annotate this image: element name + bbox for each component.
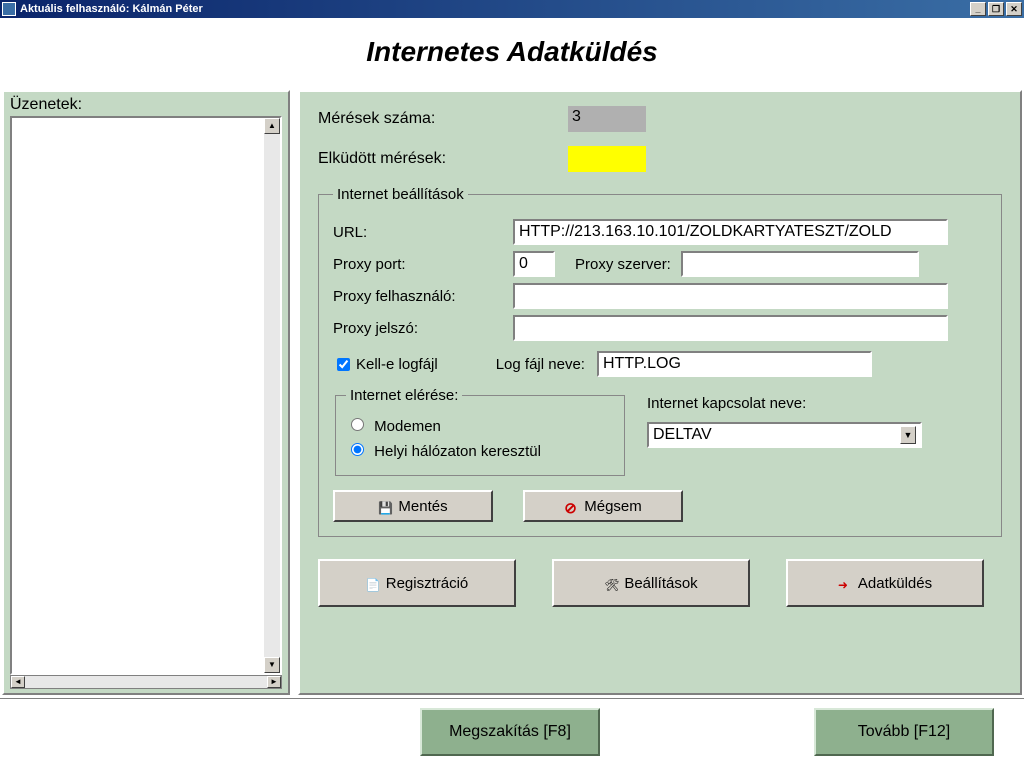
window-title: Aktuális felhasználó: Kálmán Péter <box>20 3 203 15</box>
save-button[interactable]: Mentés <box>333 490 493 522</box>
proxy-user-input[interactable] <box>513 283 948 309</box>
settings-button[interactable]: Beállítások <box>552 559 750 607</box>
access-modem-radio[interactable] <box>351 418 364 431</box>
cancel-icon <box>564 499 578 513</box>
bottom-bar: Megszakítás [F8] Tovább [F12] <box>0 698 1024 764</box>
proxy-port-label: Proxy port: <box>333 256 513 273</box>
main-panel: Mérések száma: 3 Elküdött mérések: Inter… <box>298 90 1022 695</box>
access-modem-label: Modemen <box>374 418 441 435</box>
url-input[interactable] <box>513 219 948 245</box>
access-modem-option[interactable]: Modemen <box>346 415 614 435</box>
connection-combo[interactable]: DELTAV ▼ <box>647 422 922 448</box>
maximize-button[interactable]: ❐ <box>988 2 1004 16</box>
scroll-down-button[interactable]: ▼ <box>264 657 280 673</box>
send-icon <box>838 576 852 590</box>
page-title: Internetes Adatküldés <box>0 18 1024 78</box>
abort-label: Megszakítás [F8] <box>449 723 571 741</box>
count-value: 3 <box>568 106 646 132</box>
scroll-up-button[interactable]: ▲ <box>264 118 280 134</box>
proxy-pass-label: Proxy jelszó: <box>333 320 513 337</box>
proxy-pass-input[interactable] <box>513 315 948 341</box>
messages-hscroll[interactable]: ◄ ► <box>10 675 282 689</box>
internet-settings-group: Internet beállítások URL: Proxy port: Pr… <box>318 186 1002 537</box>
access-lan-option[interactable]: Helyi hálózaton keresztül <box>346 440 614 460</box>
register-label: Regisztráció <box>386 575 469 592</box>
settings-label: Beállítások <box>624 575 697 592</box>
close-button[interactable]: ✕ <box>1006 2 1022 16</box>
sent-label: Elküdött mérések: <box>318 150 568 168</box>
proxy-port-input[interactable] <box>513 251 555 277</box>
register-icon <box>366 576 380 590</box>
messages-label: Üzenetek: <box>10 96 282 114</box>
next-button[interactable]: Tovább [F12] <box>814 708 994 756</box>
count-label: Mérések száma: <box>318 110 568 128</box>
access-lan-label: Helyi hálózaton keresztül <box>374 443 541 460</box>
log-name-input[interactable] <box>597 351 872 377</box>
log-check-label: Kell-e logfájl <box>356 356 438 373</box>
settings-legend: Internet beállítások <box>333 186 468 203</box>
log-name-label: Log fájl neve: <box>496 356 585 373</box>
window-titlebar: Aktuális felhasználó: Kálmán Péter _ ❐ ✕ <box>0 0 1024 18</box>
settings-icon <box>604 576 618 590</box>
connection-value: DELTAV <box>653 426 712 444</box>
log-checkbox[interactable] <box>337 358 350 371</box>
app-icon <box>2 2 16 16</box>
abort-button[interactable]: Megszakítás [F8] <box>420 708 600 756</box>
scroll-left-button[interactable]: ◄ <box>11 676 25 688</box>
cancel-label: Mégsem <box>584 498 642 515</box>
next-label: Tovább [F12] <box>858 723 951 741</box>
internet-access-group: Internet elérése: Modemen Helyi hálózato… <box>335 387 625 476</box>
minimize-button[interactable]: _ <box>970 2 986 16</box>
messages-vscroll[interactable]: ▲ ▼ <box>264 118 280 673</box>
proxy-user-label: Proxy felhasználó: <box>333 288 513 305</box>
send-label: Adatküldés <box>858 575 932 592</box>
sent-value <box>568 146 646 172</box>
access-legend: Internet elérése: <box>346 387 462 404</box>
save-label: Mentés <box>398 498 447 515</box>
send-button[interactable]: Adatküldés <box>786 559 984 607</box>
chevron-down-icon[interactable]: ▼ <box>900 426 916 444</box>
scroll-right-button[interactable]: ► <box>267 676 281 688</box>
register-button[interactable]: Regisztráció <box>318 559 516 607</box>
proxy-server-input[interactable] <box>681 251 919 277</box>
messages-panel: Üzenetek: ▲ ▼ ◄ ► <box>2 90 290 695</box>
save-icon <box>378 499 392 513</box>
messages-textarea[interactable]: ▲ ▼ <box>10 116 282 675</box>
url-label: URL: <box>333 224 513 241</box>
cancel-button[interactable]: Mégsem <box>523 490 683 522</box>
connection-label: Internet kapcsolat neve: <box>647 395 987 412</box>
proxy-server-label: Proxy szerver: <box>575 256 671 273</box>
access-lan-radio[interactable] <box>351 443 364 456</box>
